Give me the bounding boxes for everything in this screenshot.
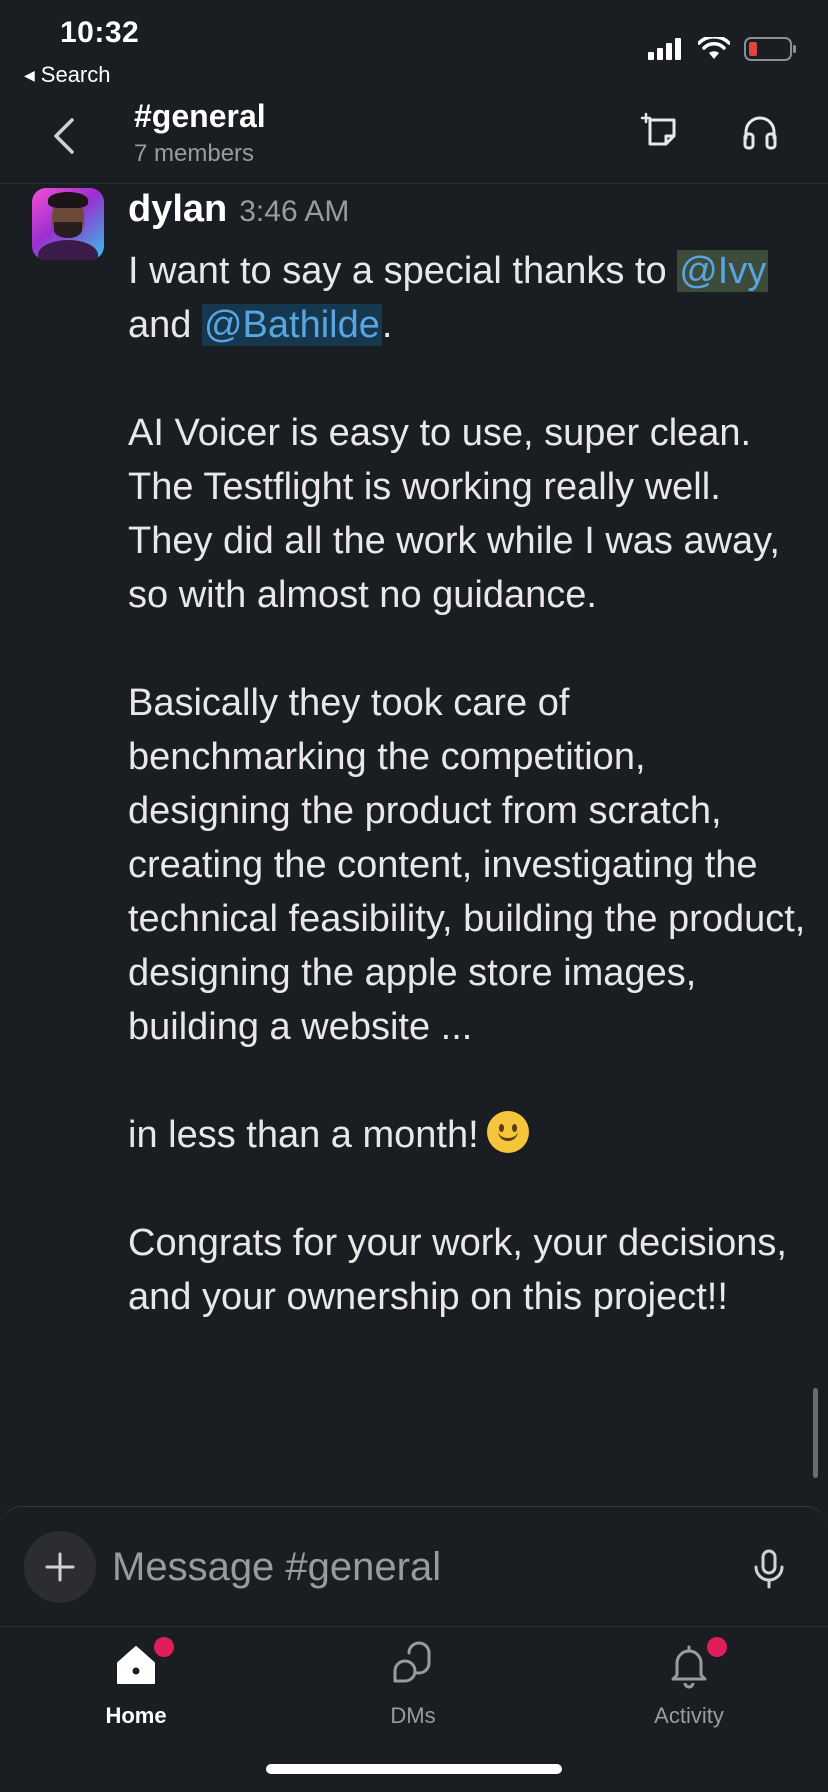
tab-label: Activity	[654, 1703, 724, 1728]
author-name[interactable]: dylan	[128, 188, 227, 231]
add-attachment-button[interactable]	[24, 1531, 96, 1603]
tab-label: DMs	[390, 1703, 436, 1728]
home-indicator[interactable]	[266, 1764, 562, 1774]
message-composer	[0, 1506, 828, 1626]
message-paragraph: Congrats for your work, your decisions, …	[128, 1222, 787, 1318]
channel-header: #general 7 members	[0, 96, 828, 184]
home-badge	[154, 1637, 174, 1657]
message-text: .	[381, 304, 393, 346]
message-text: in less than a month!	[128, 1114, 479, 1156]
member-count[interactable]: 7 members	[134, 140, 254, 168]
message-paragraph: Basically they took care of benchmarking…	[128, 682, 806, 1048]
mention-ivy[interactable]: @Ivy	[677, 250, 769, 292]
message-text: I want to say a special thanks to	[128, 250, 667, 292]
message-body: I want to say a special thanks to @Ivy a…	[128, 244, 808, 1324]
mention-bathilde[interactable]: @Bathilde	[201, 304, 382, 346]
canvas-icon[interactable]	[640, 110, 684, 154]
back-triangle-icon: ◀	[24, 66, 35, 83]
microphone-icon[interactable]	[750, 1547, 788, 1591]
slightly-smiling-face-emoji	[486, 1111, 529, 1153]
status-icons	[648, 36, 798, 62]
back-chevron-icon[interactable]	[48, 114, 82, 158]
avatar[interactable]	[32, 188, 104, 260]
scroll-indicator[interactable]	[813, 1388, 818, 1478]
plus-icon	[45, 1552, 75, 1582]
slack-channel-screen: 10:32 ◀ Search #general 7 members dylan …	[0, 0, 828, 1792]
back-to-app-label: Search	[40, 62, 111, 87]
message-input[interactable]	[112, 1537, 732, 1597]
message-timestamp: 3:46 AM	[239, 195, 350, 228]
dms-icon	[393, 1641, 431, 1683]
back-to-app-link[interactable]: ◀ Search	[24, 62, 111, 88]
headphones-icon[interactable]	[738, 110, 782, 154]
tab-label: Home	[105, 1703, 167, 1728]
wifi-icon	[698, 37, 730, 59]
status-time: 10:32	[60, 16, 140, 49]
channel-name[interactable]: #general	[134, 98, 266, 135]
home-icon	[117, 1646, 155, 1684]
message-text: and	[128, 304, 202, 346]
message-paragraph: in less than a month!	[128, 1108, 808, 1162]
message-paragraph: AI Voicer is easy to use, super clean. T…	[128, 412, 780, 616]
message-header: dylan 3:46 AM	[128, 188, 349, 231]
signal-icon	[648, 38, 681, 60]
battery-icon	[744, 37, 796, 61]
activity-badge	[707, 1637, 727, 1657]
tab-activity[interactable]: Activity	[609, 1637, 769, 1729]
bell-icon	[671, 1645, 707, 1689]
tab-dms[interactable]: DMs	[333, 1641, 493, 1729]
tab-home[interactable]: Home	[56, 1637, 216, 1729]
message-paragraph: I want to say a special thanks to @Ivy a…	[128, 244, 808, 352]
